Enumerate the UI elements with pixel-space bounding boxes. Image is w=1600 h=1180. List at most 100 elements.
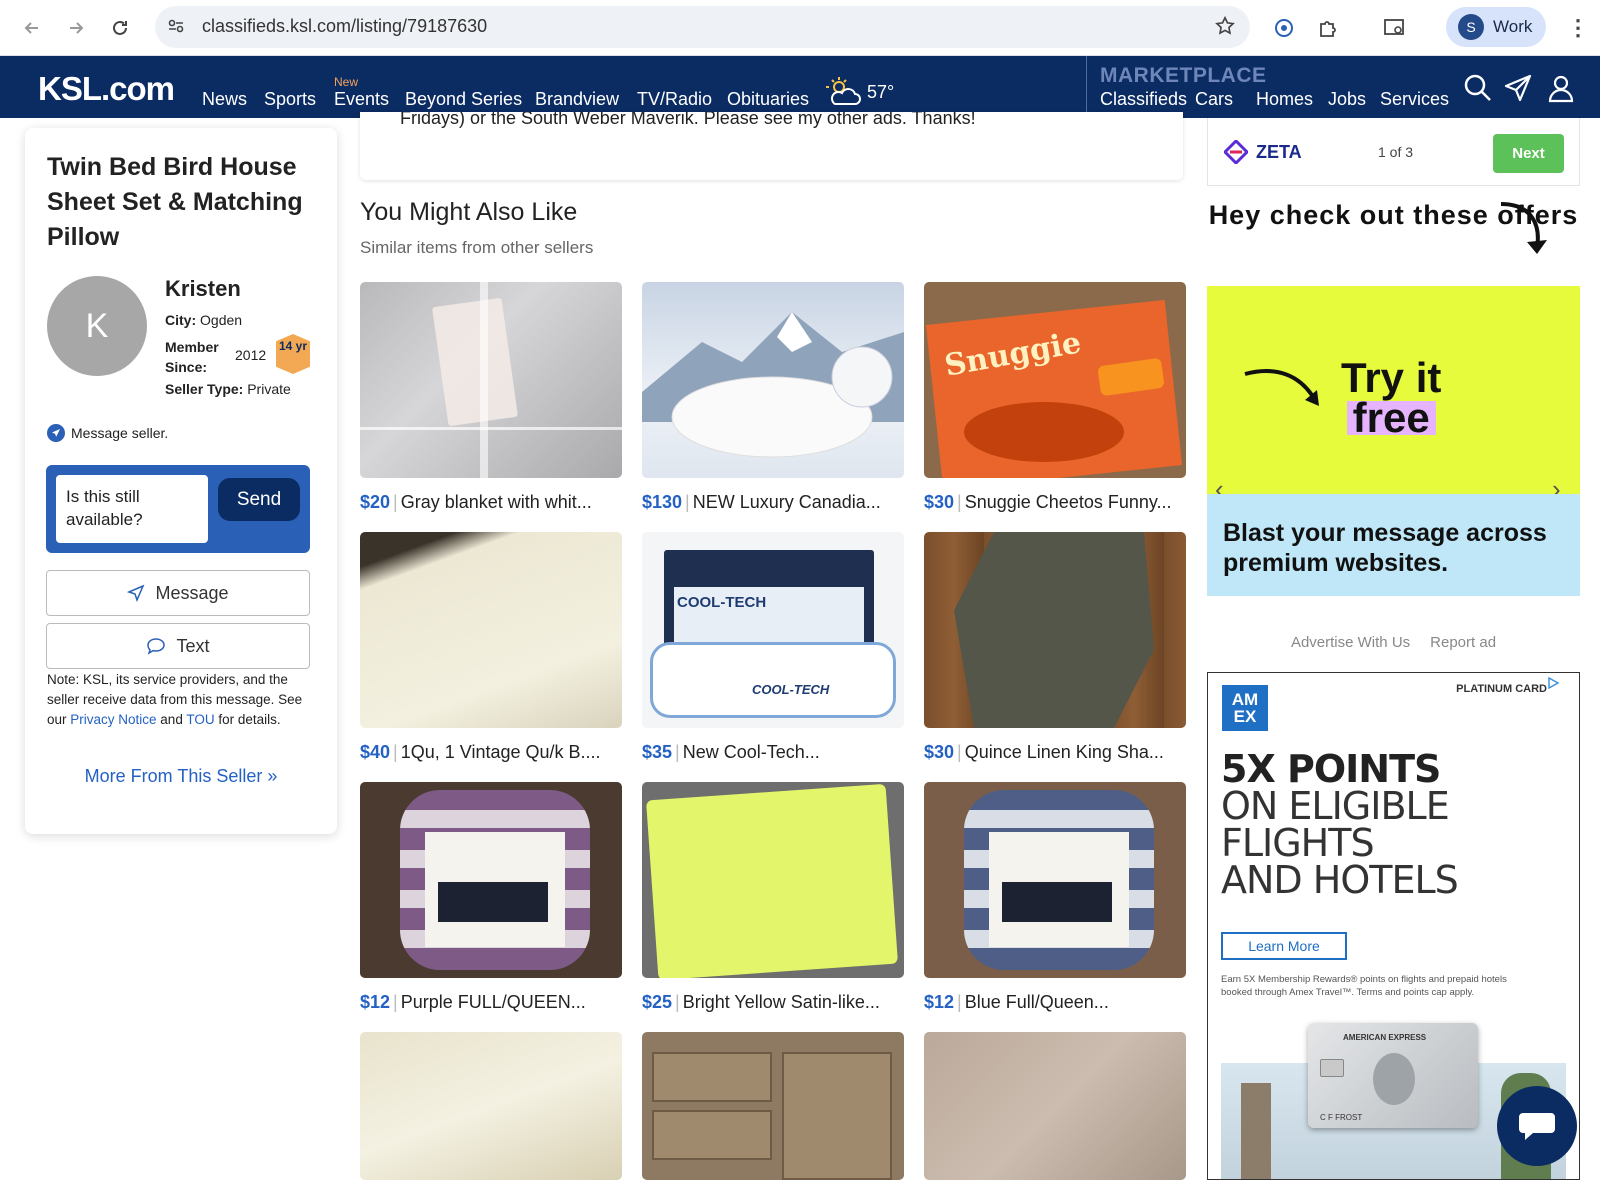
nav-tv-radio[interactable]: TV/Radio xyxy=(637,89,712,110)
bookmark-star-icon[interactable] xyxy=(1214,15,1236,42)
item-photo[interactable] xyxy=(642,1032,904,1180)
puzzle-icon[interactable] xyxy=(1313,13,1343,43)
ad-links: Advertise With Us Report ad xyxy=(1207,634,1580,651)
message-button[interactable]: Message xyxy=(46,570,310,616)
similar-item[interactable]: COOL-TECH COOL-TECH $35 | New Cool-Tech... xyxy=(642,532,904,763)
privacy-notice-link[interactable]: Privacy Notice xyxy=(70,712,156,727)
ad-counter: 1 of 3 xyxy=(1378,144,1414,160)
nav-jobs[interactable]: Jobs xyxy=(1328,89,1366,110)
account-icon[interactable] xyxy=(1546,73,1576,108)
item-photo[interactable] xyxy=(360,532,622,728)
item-photo[interactable] xyxy=(924,532,1186,728)
send-icon[interactable] xyxy=(1503,73,1533,108)
advertise-link[interactable]: Advertise With Us xyxy=(1291,634,1410,651)
ad-next-button[interactable]: Next xyxy=(1493,134,1564,173)
item-price: $40 xyxy=(360,742,391,762)
weather-temp: 57° xyxy=(867,81,895,102)
text-button[interactable]: Text xyxy=(46,623,310,669)
zeta-ad[interactable]: Hey check out these offers Try it free ‹ … xyxy=(1207,186,1580,622)
adchoices-icon xyxy=(1548,677,1559,689)
tab-search-icon[interactable] xyxy=(1380,13,1410,43)
nav-services[interactable]: Services xyxy=(1380,89,1449,110)
similar-item[interactable]: $25 | Bright Yellow Satin-like... xyxy=(642,782,904,1013)
similar-item[interactable] xyxy=(924,1032,1186,1180)
tou-link[interactable]: TOU xyxy=(186,712,214,727)
item-title[interactable]: Purple FULL/QUEEN... xyxy=(401,992,586,1012)
item-title[interactable]: NEW Luxury Canadia... xyxy=(693,492,881,512)
zeta-logo[interactable]: ZETA xyxy=(1224,140,1302,164)
search-icon[interactable] xyxy=(1463,73,1493,108)
nav-events[interactable]: Events xyxy=(334,89,389,110)
nav-cars[interactable]: Cars xyxy=(1195,89,1233,110)
item-price: $20 xyxy=(360,492,391,512)
item-title[interactable]: Snuggie Cheetos Funny... xyxy=(965,492,1172,512)
item-photo[interactable] xyxy=(924,1032,1186,1180)
url-text[interactable]: classifieds.ksl.com/listing/79187630 xyxy=(202,16,487,37)
amex-logo: AM EX xyxy=(1222,685,1268,731)
nav-sports[interactable]: Sports xyxy=(264,89,316,110)
forward-icon[interactable] xyxy=(61,13,91,43)
item-price: $130 xyxy=(642,492,683,512)
more-from-seller-link[interactable]: More From This Seller » xyxy=(25,766,337,787)
menu-dots-icon[interactable]: ⋮ xyxy=(1563,13,1593,43)
item-title[interactable]: New Cool-Tech... xyxy=(683,742,820,762)
reload-icon[interactable] xyxy=(105,13,135,43)
item-photo[interactable] xyxy=(642,782,904,978)
item-photo[interactable] xyxy=(360,282,622,478)
item-title[interactable]: 1Qu, 1 Vintage Qu/k B.... xyxy=(401,742,601,762)
privacy-note: Note: KSL, its service providers, and th… xyxy=(47,672,303,727)
extension-icon[interactable] xyxy=(1269,13,1299,43)
item-title[interactable]: Quince Linen King Sha... xyxy=(965,742,1164,762)
item-photo[interactable] xyxy=(360,1032,622,1180)
new-tag: New xyxy=(334,75,359,89)
nav-beyond-series[interactable]: Beyond Series xyxy=(405,89,522,110)
item-photo[interactable]: COOL-TECH COOL-TECH xyxy=(642,532,904,728)
similar-item[interactable]: $130 | NEW Luxury Canadia... xyxy=(642,282,904,513)
similar-item[interactable]: $12 | Blue Full/Queen... xyxy=(924,782,1186,1013)
similar-item[interactable]: $20 | Gray blanket with whit... xyxy=(360,282,622,513)
nav-brandview[interactable]: Brandview xyxy=(535,89,619,110)
weather-widget[interactable]: 57° xyxy=(825,76,894,108)
seller-name[interactable]: Kristen xyxy=(165,276,241,302)
item-title[interactable]: Blue Full/Queen... xyxy=(965,992,1109,1012)
item-photo[interactable] xyxy=(360,782,622,978)
amex-headline: 5X POINTS ON ELIGIBLE FLIGHTS AND HOTELS xyxy=(1221,747,1459,902)
ad-try-free: Try it free xyxy=(1341,354,1442,441)
message-input[interactable]: Is this still available? xyxy=(56,475,208,543)
chat-bubble-icon xyxy=(147,638,166,655)
nav-homes[interactable]: Homes xyxy=(1256,89,1313,110)
amex-platinum-card: AMERICAN EXPRESS C F FROST xyxy=(1308,1023,1478,1128)
profile-chip[interactable]: S Work xyxy=(1446,7,1546,47)
similar-item[interactable]: $12 | Purple FULL/QUEEN... xyxy=(360,782,622,1013)
member-since-year: 2012 xyxy=(235,347,267,363)
report-ad-link[interactable]: Report ad xyxy=(1430,634,1496,651)
nav-obituaries[interactable]: Obituaries xyxy=(727,89,809,110)
item-title[interactable]: Bright Yellow Satin-like... xyxy=(683,992,880,1012)
item-photo[interactable]: Snuggie xyxy=(924,282,1186,478)
seller-city: City: Ogden xyxy=(165,312,243,328)
nav-divider xyxy=(1086,56,1087,118)
nav-classifieds[interactable]: Classifieds xyxy=(1100,89,1187,110)
item-photo[interactable] xyxy=(642,282,904,478)
item-photo[interactable] xyxy=(924,782,1186,978)
similar-item[interactable] xyxy=(360,1032,622,1180)
nav-news[interactable]: News xyxy=(202,89,247,110)
listing-title: Twin Bed Bird House Sheet Set & Matching… xyxy=(47,153,303,251)
send-circle-icon xyxy=(47,424,65,442)
item-price: $30 xyxy=(924,742,955,762)
similar-item[interactable]: $30 | Quince Linen King Sha... xyxy=(924,532,1186,763)
paper-plane-icon xyxy=(127,584,145,602)
item-title[interactable]: Gray blanket with whit... xyxy=(401,492,592,512)
send-button[interactable]: Send xyxy=(218,478,300,521)
chat-bubble-button[interactable] xyxy=(1497,1086,1577,1166)
learn-more-button[interactable]: Learn More xyxy=(1221,932,1347,960)
site-settings-icon[interactable] xyxy=(167,17,185,40)
address-bar[interactable]: classifieds.ksl.com/listing/79187630 xyxy=(155,6,1250,48)
similar-item[interactable]: $40 | 1Qu, 1 Vintage Qu/k B.... xyxy=(360,532,622,763)
marketplace-label: MARKETPLACE xyxy=(1100,64,1267,87)
similar-item[interactable]: Snuggie $30 | Snuggie Cheetos Funny... xyxy=(924,282,1186,513)
back-icon[interactable] xyxy=(17,13,47,43)
arrow-right-icon xyxy=(1244,369,1319,406)
similar-item[interactable] xyxy=(642,1032,904,1180)
ksl-logo[interactable]: KSL.com xyxy=(38,70,175,108)
